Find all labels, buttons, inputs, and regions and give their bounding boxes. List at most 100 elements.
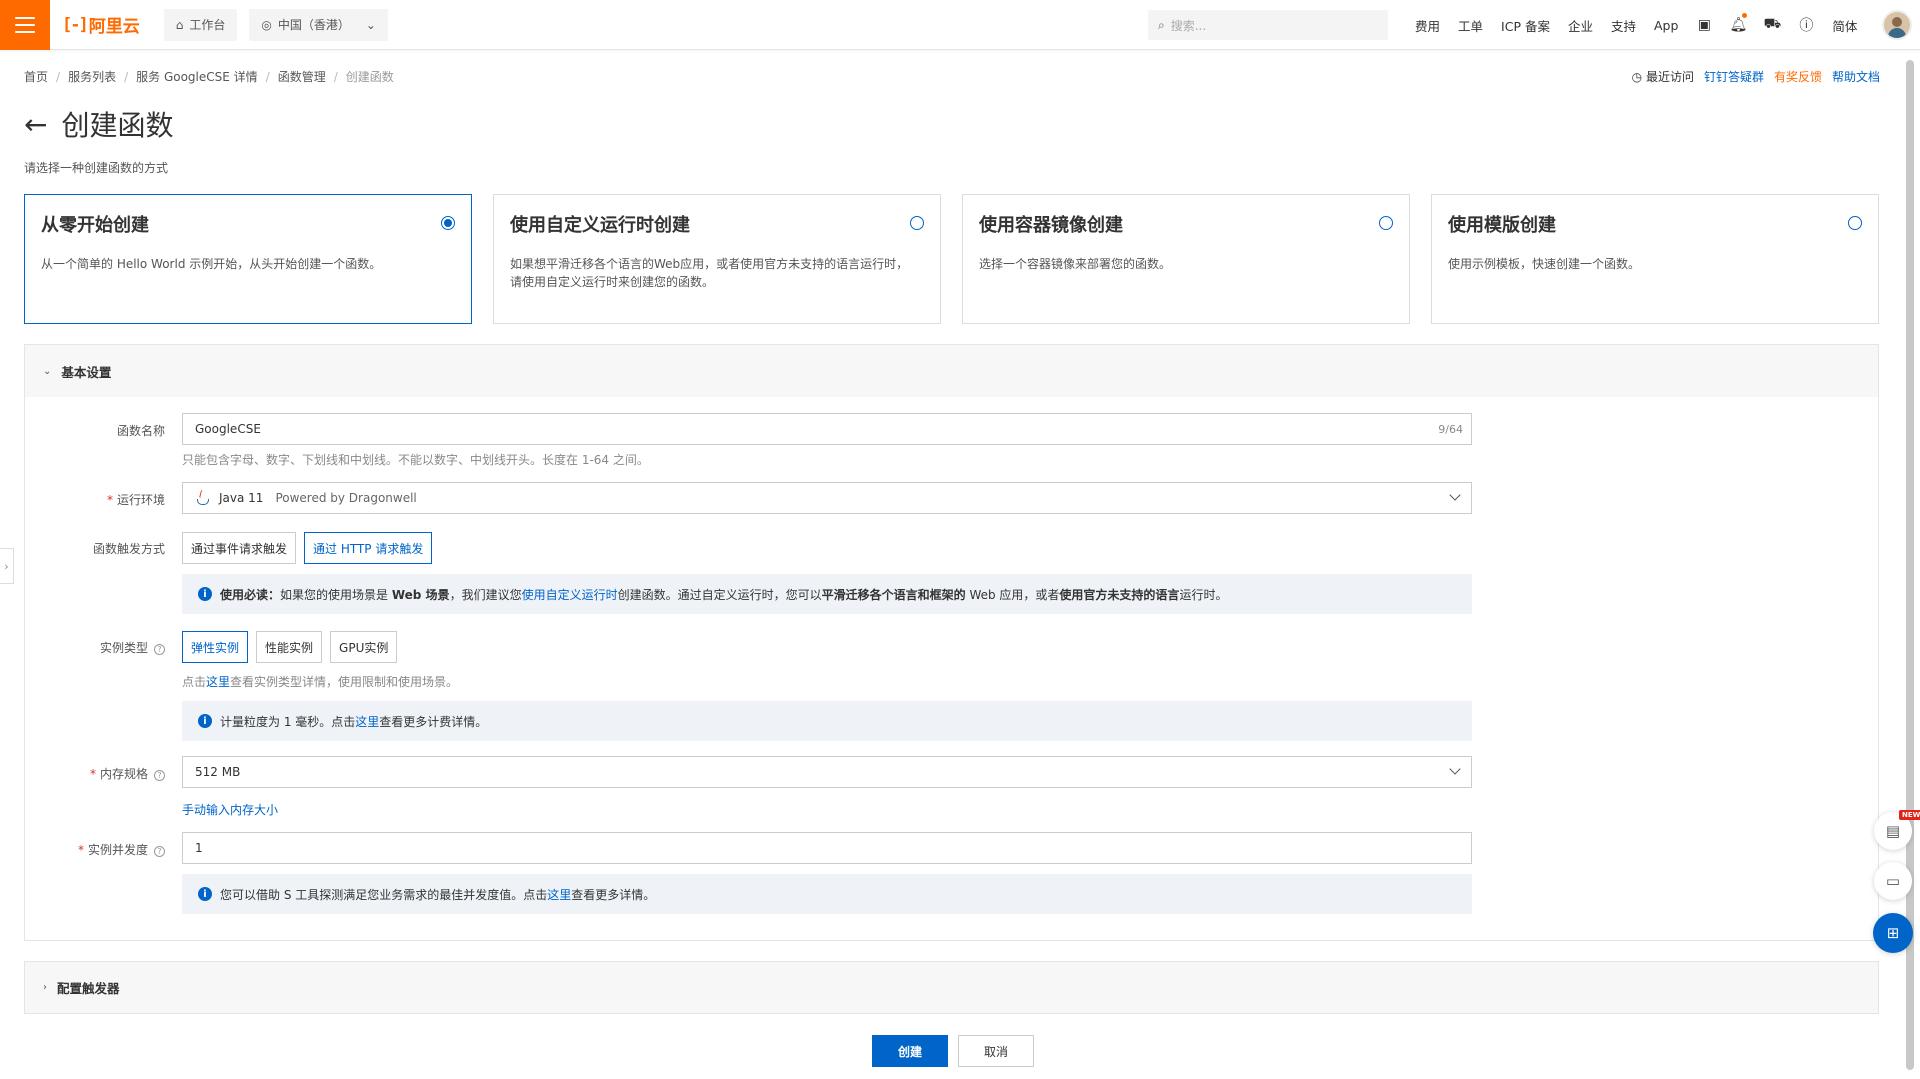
page-subtitle: 请选择一种创建函数的方式 [24, 161, 169, 175]
breadcrumb-service-list[interactable]: 服务列表 [68, 68, 116, 85]
concurrency-label-text: 实例并发度 [87, 843, 148, 857]
card-desc: 从一个简单的 Hello World 示例开始，从头开始创建一个函数。 [41, 257, 382, 271]
new-badge: NEW [1899, 810, 1920, 820]
home-icon: ⌂ [175, 17, 184, 32]
user-avatar[interactable] [1882, 10, 1912, 40]
question-icon[interactable]: ? [154, 846, 165, 857]
search-icon: ⌕ [1158, 17, 1165, 32]
configure-trigger-title: 配置触发器 [57, 981, 120, 996]
radio-selected[interactable] [441, 216, 455, 230]
function-name-hint: 只能包含字母、数字、下划线和中划线。不能以数字、中划线开头。长度在 1-64 之… [182, 453, 649, 467]
breadcrumb-home[interactable]: 首页 [24, 68, 48, 85]
notice-part: 如果您的使用场景是 [280, 587, 392, 602]
runtime-label-text: 运行环境 [116, 493, 165, 507]
global-search-input[interactable]: ⌕ 搜索... [1148, 10, 1388, 40]
breadcrumb: 首页 / 服务列表 / 服务 GoogleCSE 详情 / 函数管理 / 创建函… [24, 68, 394, 85]
notice-part: Web 应用，或者 [965, 587, 1060, 602]
info-icon: i [198, 887, 212, 901]
feedback-link[interactable]: 有奖反馈 [1774, 68, 1822, 85]
card-from-scratch[interactable]: 从零开始创建 从一个简单的 Hello World 示例开始，从头开始创建一个函… [24, 194, 472, 324]
bell-icon[interactable]: 🔔︎ [1721, 0, 1755, 50]
notice-part: ，我们建议您 [449, 587, 522, 602]
card-title: 使用容器镜像创建 [979, 215, 1123, 236]
card-custom-runtime[interactable]: 使用自定义运行时创建 如果想平滑迁移各个语言的Web应用，或者使用官方未支持的语… [493, 194, 941, 324]
concurrency-value: 1 [195, 841, 203, 855]
top-link-billing[interactable]: 费用 [1406, 0, 1449, 50]
hamburger-menu-icon[interactable] [0, 0, 50, 50]
instance-detail-link[interactable]: 这里 [206, 675, 230, 689]
breadcrumb-service-detail[interactable]: 服务 GoogleCSE 详情 [136, 68, 258, 85]
breadcrumb-separator: / [56, 69, 61, 84]
dingtalk-link[interactable]: 钉钉答疑群 [1704, 68, 1764, 85]
basic-settings-title: 基本设置 [61, 364, 112, 380]
breadcrumb-function-mgmt[interactable]: 函数管理 [278, 68, 326, 85]
basic-settings-header[interactable]: ⌄ 基本设置 [25, 345, 1878, 397]
instance-elastic-button[interactable]: 弹性实例 [182, 631, 249, 663]
help-docs-link[interactable]: 帮助文档 [1832, 68, 1880, 85]
aliyun-logo[interactable]: [-] 阿里云 [62, 12, 140, 38]
radio-unselected[interactable] [1848, 216, 1862, 230]
page-title: ← 创建函数 [24, 104, 173, 144]
card-title: 使用模版创建 [1448, 215, 1556, 236]
billing-detail-link[interactable]: 这里 [355, 715, 379, 729]
chat-float-icon[interactable]: ▭ [1874, 862, 1912, 900]
top-link-ticket[interactable]: 工单 [1449, 0, 1492, 50]
instance-gpu-button[interactable]: GPU实例 [330, 631, 398, 663]
top-link-support[interactable]: 支持 [1602, 0, 1645, 50]
concurrency-input[interactable]: 1 [182, 832, 1472, 864]
configure-trigger-panel[interactable]: › 配置触发器 [24, 961, 1879, 1014]
question-icon[interactable]: ? [154, 770, 165, 781]
location-pin-icon: ◎ [261, 17, 272, 32]
breadcrumb-current: 创建函数 [345, 70, 394, 84]
required-mark: * [89, 767, 96, 781]
notice-text: 您可以借助 S 工具探测满足您业务需求的最佳并发度值。点击这里查看更多详情。 [220, 886, 655, 903]
top-link-icp[interactable]: ICP 备案 [1492, 0, 1559, 50]
back-arrow-icon[interactable]: ← [24, 108, 47, 141]
recent-visits-link[interactable]: ◷ 最近访问 [1632, 68, 1694, 85]
custom-runtime-link[interactable]: 使用自定义运行时 [522, 588, 618, 602]
question-icon[interactable]: ? [154, 644, 165, 655]
java-icon [195, 490, 209, 506]
card-container-image[interactable]: 使用容器镜像创建 选择一个容器镜像来部署您的函数。 [962, 194, 1410, 324]
manual-memory-link[interactable]: 手动输入内存大小 [182, 801, 278, 818]
cart-icon[interactable]: ⛟ [1755, 0, 1789, 50]
trigger-http-button[interactable]: 通过 HTTP 请求触发 [304, 532, 433, 564]
page-right-links: ◷ 最近访问 钉钉答疑群 有奖反馈 帮助文档 [1632, 68, 1880, 85]
apps-float-icon[interactable]: ⊞ [1873, 913, 1913, 953]
concurrency-detail-link[interactable]: 这里 [547, 888, 571, 902]
terminal-icon[interactable]: ▣ [1687, 0, 1721, 50]
radio-unselected[interactable] [1379, 216, 1393, 230]
chevron-down-icon: ⌄ [43, 365, 52, 377]
aliyun-logo-mark: [-] [62, 14, 89, 35]
instance-performance-button[interactable]: 性能实例 [256, 631, 323, 663]
language-switch[interactable]: 简体 [1823, 0, 1866, 50]
trigger-event-button[interactable]: 通过事件请求触发 [182, 532, 297, 564]
basic-settings-panel: ⌄ 基本设置 函数名称 GoogleCSE 9/64 只能包含字母、数字、下划线… [24, 344, 1879, 941]
page-title-text: 创建函数 [61, 109, 174, 142]
function-name-input[interactable]: GoogleCSE 9/64 [182, 413, 1472, 445]
notice-part: 查看更多详情。 [571, 887, 656, 902]
radio-unselected[interactable] [910, 216, 924, 230]
trigger-type-group: 通过事件请求触发 通过 HTTP 请求触发 [182, 532, 433, 564]
top-link-enterprise[interactable]: 企业 [1559, 0, 1602, 50]
breadcrumb-separator: / [265, 69, 270, 84]
sidebar-expand-icon[interactable]: › [0, 548, 14, 584]
breadcrumb-separator: / [124, 69, 129, 84]
card-template[interactable]: 使用模版创建 使用示例模板，快速创建一个函数。 [1431, 194, 1879, 324]
clock-icon: ◷ [1631, 70, 1643, 84]
card-title: 从零开始创建 [41, 215, 149, 236]
memory-select[interactable]: 512 MB [182, 756, 1472, 788]
runtime-select[interactable]: Java 11 Powered by Dragonwell [182, 482, 1472, 514]
instance-type-hint: 点击这里查看实例类型详情，使用限制和使用场景。 [182, 673, 458, 690]
notice-bold: 使用必读： [220, 587, 281, 602]
notice-text: 使用必读：如果您的使用场景是 Web 场景，我们建议您使用自定义运行时创建函数。… [220, 586, 1227, 603]
region-selector[interactable]: ◎ 中国（香港） ⌄ [249, 8, 388, 41]
help-icon[interactable]: ⓘ [1789, 0, 1823, 50]
function-name-value: GoogleCSE [195, 422, 261, 436]
top-link-app[interactable]: App [1645, 0, 1687, 50]
create-button[interactable]: 创建 [872, 1035, 948, 1067]
required-mark: * [77, 843, 84, 857]
workbench-button[interactable]: ⌂ 工作台 [163, 8, 238, 41]
cancel-button[interactable]: 取消 [958, 1035, 1034, 1067]
chevron-right-icon: › [43, 982, 47, 993]
